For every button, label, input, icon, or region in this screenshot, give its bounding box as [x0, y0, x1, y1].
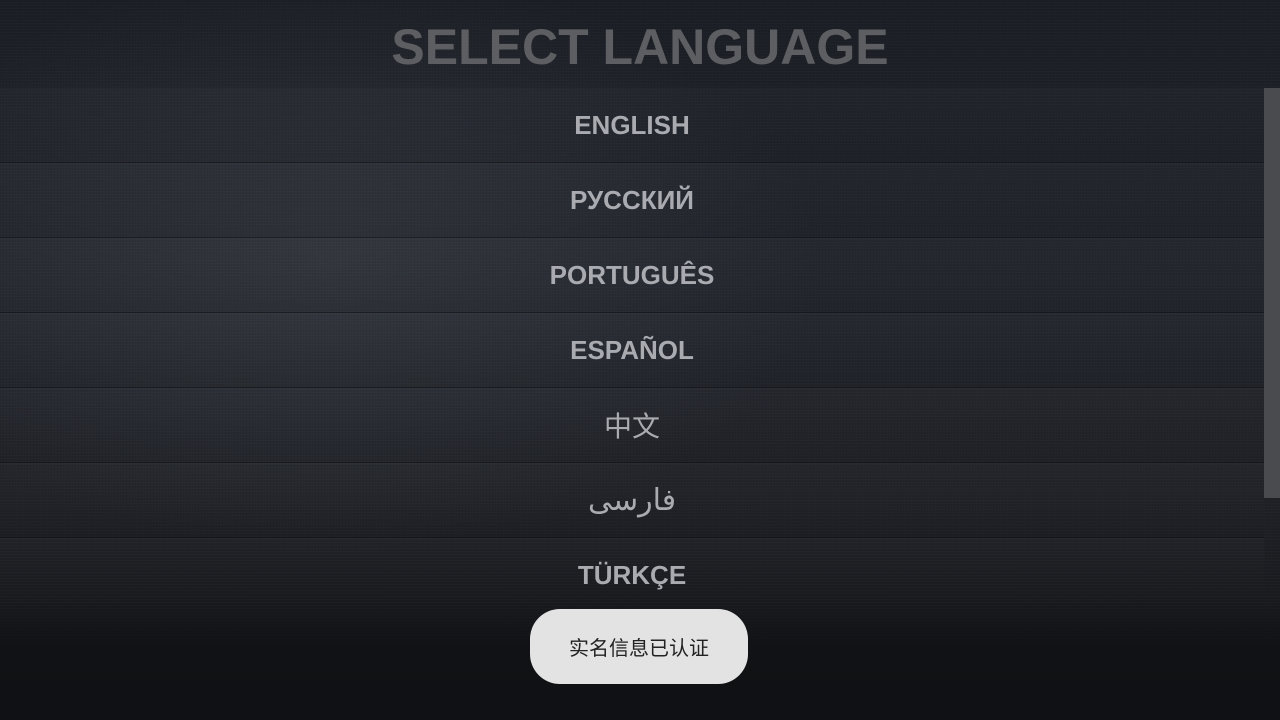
- list-scrollbar[interactable]: [1264, 88, 1280, 498]
- language-option-farsi[interactable]: فارسی: [0, 463, 1264, 538]
- language-option-russian[interactable]: РУССКИЙ: [0, 163, 1264, 238]
- language-option-portuguese[interactable]: PORTUGUÊS: [0, 238, 1264, 313]
- language-option-spanish[interactable]: ESPAÑOL: [0, 313, 1264, 388]
- toast-notification: 实名信息已认证: [530, 609, 748, 684]
- language-option-chinese[interactable]: 中文: [0, 388, 1264, 463]
- language-select-screen: SELECT LANGUAGE ENGLISH РУССКИЙ PORTUGUÊ…: [0, 0, 1280, 720]
- language-option-english[interactable]: ENGLISH: [0, 88, 1264, 163]
- toast-message: 实名信息已认证: [569, 636, 709, 660]
- language-option-turkish[interactable]: TÜRKÇE: [0, 538, 1264, 608]
- page-title: SELECT LANGUAGE: [391, 19, 889, 75]
- language-list[interactable]: ENGLISH РУССКИЙ PORTUGUÊS ESPAÑOL 中文 فار…: [0, 88, 1264, 608]
